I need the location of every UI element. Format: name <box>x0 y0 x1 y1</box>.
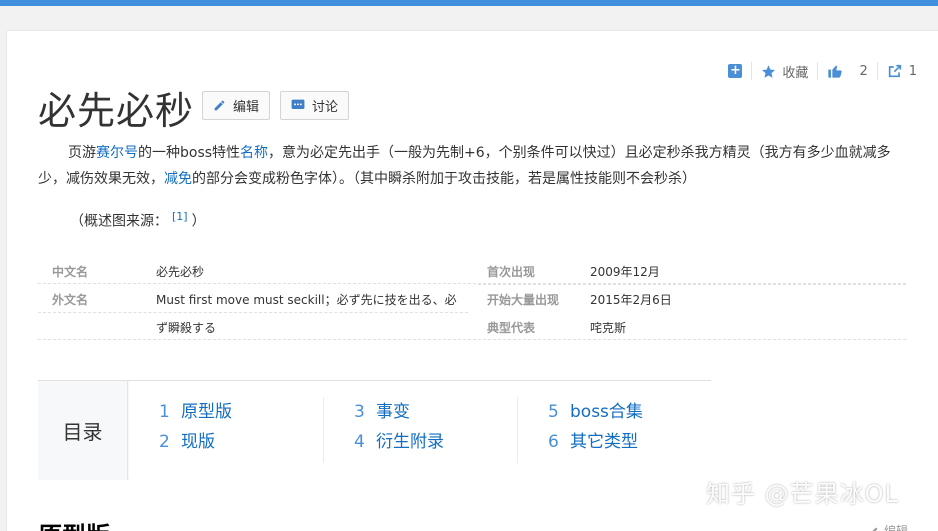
section-heading: 原型版 <box>38 516 110 531</box>
plus-icon: + <box>728 63 743 78</box>
link-seer[interactable]: 赛尔号 <box>96 145 138 161</box>
toc-divider <box>517 397 518 463</box>
link-name[interactable]: 名称 <box>240 145 268 161</box>
intro-text: 的部分会变成粉色字体）。（其中瞬杀附加于攻击技能，若是属性技能则不会秒杀） <box>192 171 696 187</box>
toc-item-appendix[interactable]: 4 衍生附录 <box>354 427 444 457</box>
infobox-key: 典型代表 <box>487 321 536 335</box>
infobox-key: 首次出现 <box>487 265 536 279</box>
infobox-value: 必先必秒 <box>156 265 205 279</box>
discuss-button[interactable]: 讨论 <box>280 91 350 120</box>
toc-number: 6 <box>548 432 559 452</box>
infobox-row: ず瞬殺する 典型代表 咤克斯 <box>38 312 906 340</box>
pencil-icon <box>872 527 878 531</box>
toc-label: boss合集 <box>570 402 643 422</box>
edit-button[interactable]: 编辑 <box>202 91 271 120</box>
toc-number: 1 <box>159 402 170 422</box>
share-button[interactable]: 1 <box>876 62 926 80</box>
toc-item-current[interactable]: 2 现版 <box>159 427 232 457</box>
infobox-value: 2009年12月 <box>590 265 660 279</box>
toc-label: 事变 <box>376 402 410 422</box>
favorite-button[interactable]: 收藏 <box>751 62 817 81</box>
toc-item-incident[interactable]: 3 事变 <box>354 397 444 427</box>
infobox-value: 2015年2月6日 <box>590 293 672 307</box>
image-source-note: （概述图来源： [1]） <box>70 210 206 231</box>
link-reduction[interactable]: 减免 <box>164 171 192 187</box>
thumbs-up-icon <box>828 65 843 78</box>
toc-column: 3 事变 4 衍生附录 <box>354 397 444 457</box>
pencil-icon <box>214 100 225 111</box>
page-title: 必先必秒 <box>38 89 195 133</box>
infobox-key: 外文名 <box>52 293 89 307</box>
watermark: 知乎 @芒果冰OL <box>706 480 899 508</box>
toc-item-prototype[interactable]: 1 原型版 <box>159 397 232 427</box>
infobox-value: ず瞬殺する <box>156 321 217 335</box>
infobox-key: 开始大量出现 <box>487 293 560 307</box>
source-label: （概述图来源： <box>70 213 168 230</box>
intro-paragraph: 页游赛尔号的一种boss特性名称，意为必定先出手（一般为先制+6，个别条件可以快… <box>38 140 908 192</box>
like-count: 2 <box>859 63 868 79</box>
discuss-label: 讨论 <box>312 100 339 115</box>
toc-number: 4 <box>354 432 365 452</box>
toc-column: 5 boss合集 6 其它类型 <box>548 397 643 457</box>
share-icon <box>888 64 901 78</box>
toc-item-boss-collection[interactable]: 5 boss合集 <box>548 397 643 427</box>
intro-text: 的一种boss特性 <box>138 145 241 161</box>
reference-link[interactable]: [1] <box>172 210 188 223</box>
table-of-contents: 目录 1 原型版 2 现版 3 事变 4 衍生附录 5 boss合集 6 其它类型 <box>38 380 711 480</box>
section-edit-link[interactable]: 编辑 <box>870 522 908 531</box>
toc-item-other-types[interactable]: 6 其它类型 <box>548 427 643 457</box>
top-accent-bar <box>0 0 938 6</box>
infobox-row: 中文名 必先必秒 首次出现 2009年12月 <box>38 256 906 284</box>
add-button[interactable]: + <box>719 62 751 80</box>
infobox: 中文名 必先必秒 首次出现 2009年12月 外文名 Must first mo… <box>38 256 906 340</box>
toc-number: 5 <box>548 402 559 422</box>
edit-label: 编辑 <box>233 100 260 115</box>
toc-divider <box>323 397 324 463</box>
star-icon <box>762 64 776 78</box>
toc-label: 其它类型 <box>570 432 638 452</box>
infobox-value: Must first move must seckill；必ず先に技を出る、必 <box>156 293 457 307</box>
like-button[interactable]: 2 <box>817 62 876 80</box>
toc-number: 2 <box>159 432 170 452</box>
share-count: 1 <box>908 63 917 79</box>
infobox-key: 中文名 <box>52 265 89 279</box>
toc-label: 原型版 <box>181 402 232 422</box>
favorite-label: 收藏 <box>782 65 809 81</box>
toc-label: 现版 <box>181 432 215 452</box>
intro-text: 页游 <box>68 145 96 161</box>
chat-bubble-icon <box>291 99 305 109</box>
toc-column: 1 原型版 2 现版 <box>159 397 232 457</box>
toc-label: 衍生附录 <box>376 432 444 452</box>
toc-title: 目录 <box>38 381 128 480</box>
action-bar: + 收藏 2 1 <box>719 62 926 81</box>
infobox-value: 咤克斯 <box>590 321 627 335</box>
toc-body: 1 原型版 2 现版 3 事变 4 衍生附录 5 boss合集 6 其它类型 <box>129 381 711 480</box>
toc-number: 3 <box>354 402 365 422</box>
infobox-row: 外文名 Must first move must seckill；必ず先に技を出… <box>38 284 906 312</box>
source-close: ） <box>191 213 206 230</box>
section-edit-label: 编辑 <box>883 524 908 531</box>
